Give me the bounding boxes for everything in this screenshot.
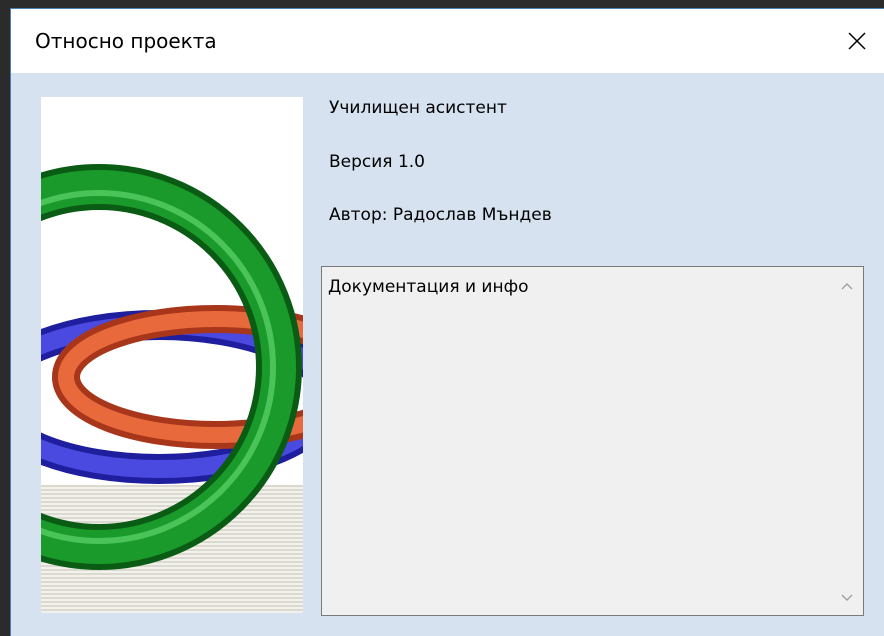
scroll-up-button[interactable] bbox=[831, 271, 863, 301]
close-button[interactable] bbox=[829, 9, 884, 73]
chevron-down-icon bbox=[841, 594, 853, 601]
app-name-label: Училищен асистент bbox=[329, 98, 507, 118]
description-text: Документация и инфо bbox=[328, 277, 529, 297]
description-textarea[interactable]: Документация и инфо bbox=[321, 266, 864, 616]
vertical-scrollbar[interactable] bbox=[831, 267, 863, 615]
app-logo bbox=[41, 97, 303, 613]
author-label: Автор: Радослав Мъндев bbox=[329, 205, 552, 225]
chevron-up-icon bbox=[841, 283, 853, 290]
version-label: Версия 1.0 bbox=[329, 152, 425, 172]
title-bar[interactable]: Относно проекта bbox=[11, 9, 884, 73]
window-title: Относно проекта bbox=[35, 29, 217, 53]
about-dialog: Относно проекта Училищен асистент Версия… bbox=[10, 8, 884, 636]
close-icon bbox=[848, 32, 866, 50]
scroll-down-button[interactable] bbox=[831, 583, 863, 613]
